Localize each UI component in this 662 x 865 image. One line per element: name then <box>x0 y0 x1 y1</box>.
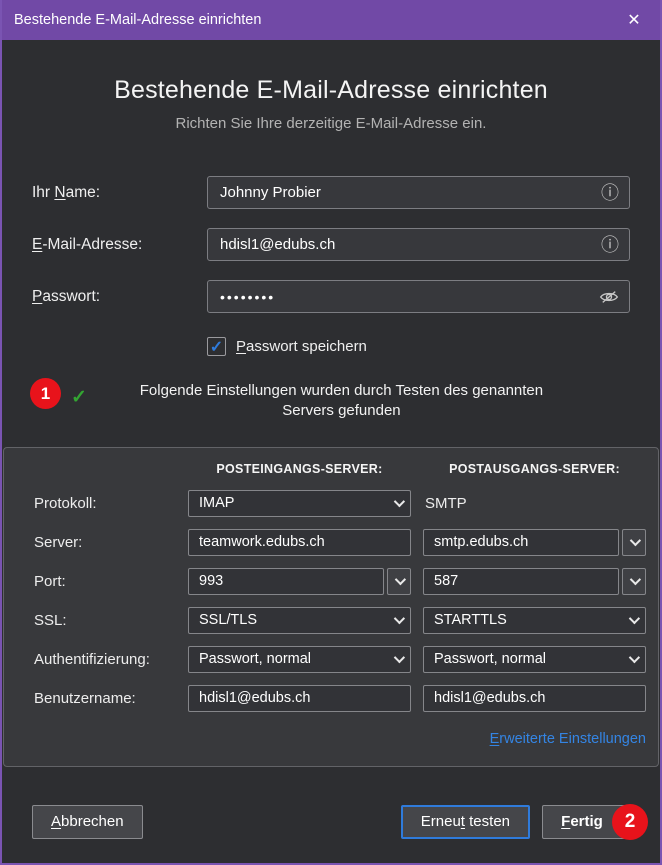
password-field-wrap <box>207 280 630 313</box>
check-icon: ✓ <box>210 337 223 357</box>
remember-password-checkbox[interactable]: ✓ <box>207 337 226 356</box>
outgoing-server-input[interactable] <box>423 529 619 556</box>
protocol-label: Protokoll: <box>34 495 176 512</box>
email-row: E-Mail-Adresse: ⓘ <box>32 228 630 261</box>
outgoing-protocol-value: SMTP <box>423 495 646 512</box>
info-icon[interactable]: ⓘ <box>601 184 619 202</box>
chevron-down-icon <box>629 613 640 624</box>
email-label: E-Mail-Adresse: <box>32 236 207 254</box>
name-label: Ihr Name: <box>32 184 207 202</box>
incoming-server-input[interactable] <box>188 529 411 556</box>
auth-label: Authentifizierung: <box>34 651 176 668</box>
retest-button[interactable]: Erneut testen <box>401 805 530 839</box>
dialog-header: Bestehende E-Mail-Adresse einrichten Ric… <box>2 40 660 132</box>
incoming-port-input[interactable] <box>188 568 384 595</box>
config-found-message: Folgende Einstellungen wurden durch Test… <box>119 381 597 422</box>
done-button-wrap: Fertig 2 <box>542 805 630 839</box>
step-badge-2: 2 <box>612 804 648 840</box>
page-title: Bestehende E-Mail-Adresse einrichten <box>2 76 660 105</box>
remember-password-row: ✓ Passwort speichern <box>207 337 630 356</box>
chevron-down-icon <box>395 574 406 585</box>
email-field-wrap: ⓘ <box>207 228 630 261</box>
username-label: Benutzername: <box>34 690 176 707</box>
eye-slash-icon[interactable] <box>599 289 619 305</box>
outgoing-username-field <box>423 685 646 712</box>
info-icon[interactable]: ⓘ <box>601 236 619 254</box>
name-input[interactable] <box>207 176 630 209</box>
incoming-port-dropdown-button[interactable] <box>387 568 411 595</box>
outgoing-auth-select[interactable]: Passwort, normal <box>423 646 646 673</box>
password-label: Passwort: <box>32 288 207 306</box>
advanced-settings-link[interactable]: Erweiterte Einstellungen <box>490 731 646 747</box>
dialog-footer: Abbrechen Erneut testen Fertig 2 <box>2 767 660 864</box>
window-title: Bestehende E-Mail-Adresse einrichten <box>14 12 620 28</box>
outgoing-username-input[interactable] <box>423 685 646 712</box>
password-input[interactable] <box>207 280 630 313</box>
incoming-username-field <box>188 685 411 712</box>
port-label: Port: <box>34 573 176 590</box>
incoming-username-input[interactable] <box>188 685 411 712</box>
outgoing-port-field <box>423 568 646 595</box>
outgoing-port-dropdown-button[interactable] <box>622 568 646 595</box>
server-config-panel: POSTEINGANGS-SERVER: POSTAUSGANGS-SERVER… <box>3 447 659 767</box>
outgoing-server-dropdown-button[interactable] <box>622 529 646 556</box>
chevron-down-icon <box>394 613 405 624</box>
remember-password-label: Passwort speichern <box>236 338 367 355</box>
page-subtitle: Richten Sie Ihre derzeitige E-Mail-Adres… <box>2 115 660 132</box>
incoming-auth-select[interactable]: Passwort, normal <box>188 646 411 673</box>
incoming-server-field <box>188 529 411 556</box>
name-row: Ihr Name: ⓘ <box>32 176 630 209</box>
cancel-button[interactable]: Abbrechen <box>32 805 143 839</box>
close-icon[interactable]: ✕ <box>620 6 648 34</box>
config-found-banner: 1 ✓ Folgende Einstellungen wurden durch … <box>30 378 630 422</box>
incoming-server-header: POSTEINGANGS-SERVER: <box>188 462 411 478</box>
outgoing-ssl-select[interactable]: STARTTLS <box>423 607 646 634</box>
chevron-down-icon <box>629 652 640 663</box>
server-label: Server: <box>34 534 176 551</box>
name-field-wrap: ⓘ <box>207 176 630 209</box>
outgoing-server-header: POSTAUSGANGS-SERVER: <box>423 462 646 478</box>
chevron-down-icon <box>630 535 641 546</box>
email-input[interactable] <box>207 228 630 261</box>
chevron-down-icon <box>630 574 641 585</box>
step-badge-1: 1 <box>30 378 61 409</box>
incoming-port-field <box>188 568 411 595</box>
password-row: Passwort: <box>32 280 630 313</box>
account-form: Ihr Name: ⓘ E-Mail-Adresse: ⓘ Passwort: <box>2 176 660 422</box>
chevron-down-icon <box>394 496 405 507</box>
outgoing-port-input[interactable] <box>423 568 619 595</box>
incoming-protocol-select[interactable]: IMAP <box>188 490 411 517</box>
incoming-ssl-select[interactable]: SSL/TLS <box>188 607 411 634</box>
titlebar: Bestehende E-Mail-Adresse einrichten ✕ <box>0 0 662 40</box>
advanced-settings-row: Erweiterte Einstellungen <box>423 730 646 748</box>
chevron-down-icon <box>394 652 405 663</box>
ssl-label: SSL: <box>34 612 176 629</box>
setup-dialog-window: Bestehende E-Mail-Adresse einrichten ✕ B… <box>0 0 662 865</box>
success-check-icon: ✓ <box>71 386 87 409</box>
outgoing-server-field <box>423 529 646 556</box>
